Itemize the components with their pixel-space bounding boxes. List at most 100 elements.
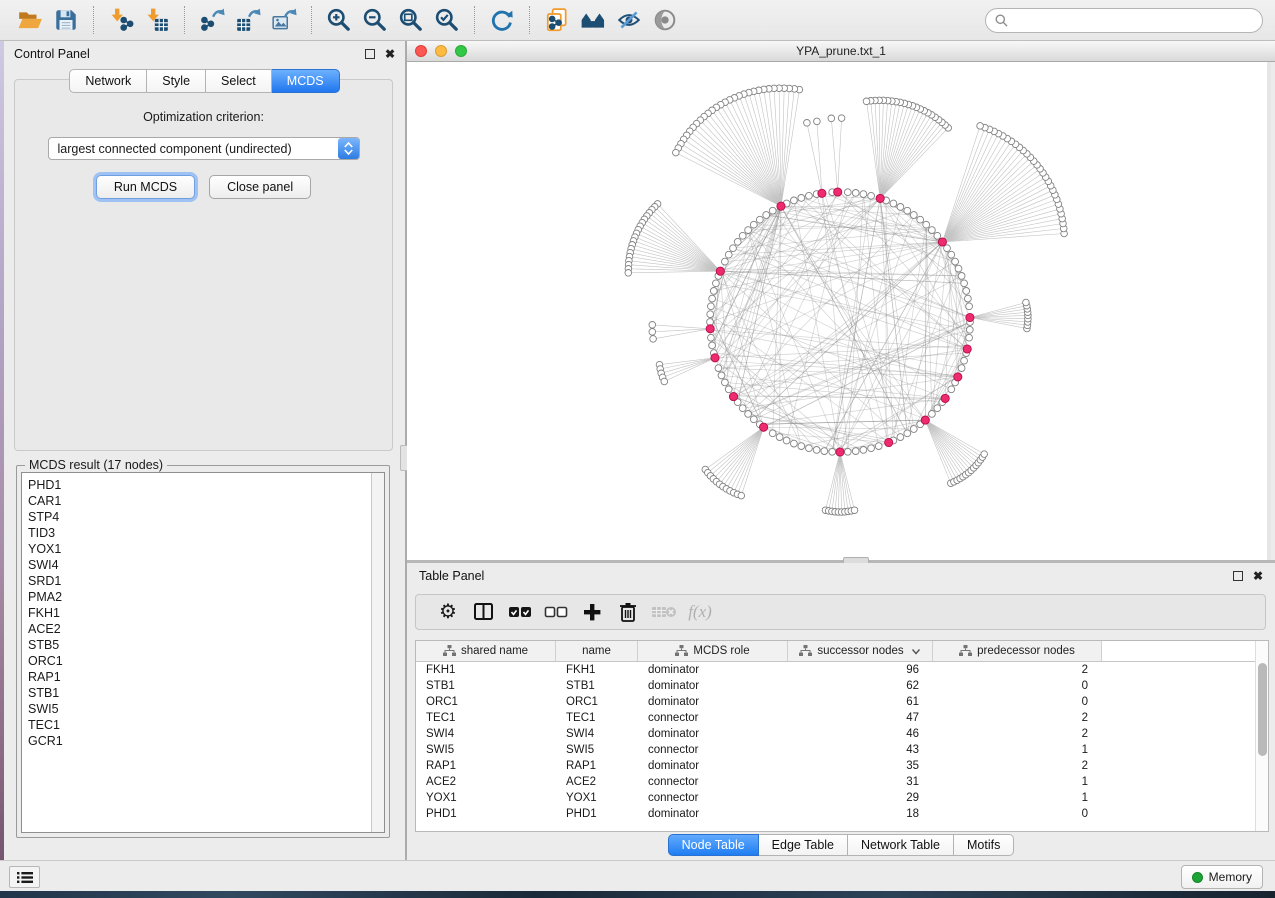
select-all-icon[interactable] <box>502 597 538 627</box>
tab-edge-table[interactable]: Edge Table <box>759 834 848 856</box>
cell-predecessor-nodes: 0 <box>933 808 1102 820</box>
show-column-icon[interactable] <box>466 597 502 627</box>
criterion-select[interactable]: largest connected component (undirected) <box>48 137 360 160</box>
add-column-icon[interactable] <box>574 597 610 627</box>
mcds-result-item[interactable]: ORC1 <box>22 653 384 669</box>
mcds-result-item[interactable]: TID3 <box>22 525 384 541</box>
window-close-icon[interactable] <box>415 45 427 57</box>
run-mcds-button[interactable]: Run MCDS <box>96 175 195 199</box>
table-row[interactable]: FKH1FKH1dominator962 <box>416 662 1268 678</box>
export-image-icon[interactable] <box>269 5 299 35</box>
cell-shared-name: ORC1 <box>416 696 556 708</box>
table-scrollbar[interactable] <box>1255 641 1268 831</box>
memory-button[interactable]: Memory <box>1181 865 1263 889</box>
float-panel-icon[interactable] <box>365 49 375 59</box>
column-header-name[interactable]: name <box>556 641 638 661</box>
mcds-result-item[interactable]: PHD1 <box>22 477 384 493</box>
mcds-result-item[interactable]: PMA2 <box>22 589 384 605</box>
export-network-icon[interactable] <box>197 5 227 35</box>
zoom-in-icon[interactable] <box>324 5 354 35</box>
cell-successor-nodes: 61 <box>788 696 933 708</box>
mcds-result-item[interactable]: RAP1 <box>22 669 384 685</box>
close-panel-button[interactable]: Close panel <box>209 175 311 199</box>
mcds-result-item[interactable]: FKH1 <box>22 605 384 621</box>
mcds-result-item[interactable]: YOX1 <box>22 541 384 557</box>
table-row[interactable]: YOX1YOX1connector291 <box>416 790 1268 806</box>
mcds-result-item[interactable]: STB1 <box>22 685 384 701</box>
delete-column-icon[interactable] <box>610 597 646 627</box>
open-folder-icon[interactable] <box>15 5 45 35</box>
tab-network-table[interactable]: Network Table <box>848 834 954 856</box>
search-input[interactable] <box>1014 13 1253 27</box>
mcds-result-list[interactable]: PHD1CAR1STP4TID3YOX1SWI4SRD1PMA2FKH1ACE2… <box>21 472 385 833</box>
refresh-icon[interactable] <box>487 5 517 35</box>
hide-eye-icon[interactable] <box>614 5 644 35</box>
cell-name: PHD1 <box>556 808 638 820</box>
hierarchy-icon <box>959 645 972 657</box>
node-table-header: shared namenameMCDS rolesuccessor nodesp… <box>416 641 1268 662</box>
close-panel-icon[interactable]: ✖ <box>385 49 395 59</box>
scrollbar-thumb[interactable] <box>1258 663 1267 756</box>
network-canvas[interactable] <box>407 62 1271 560</box>
task-history-button[interactable] <box>9 866 40 888</box>
table-row[interactable]: PHD1PHD1dominator180 <box>416 806 1268 822</box>
zoom-out-icon[interactable] <box>360 5 390 35</box>
tab-motifs[interactable]: Motifs <box>954 834 1014 856</box>
cell-successor-nodes: 62 <box>788 680 933 692</box>
mcds-result-item[interactable]: STP4 <box>22 509 384 525</box>
deselect-all-icon[interactable] <box>538 597 574 627</box>
float-panel-icon[interactable] <box>1233 571 1243 581</box>
mcds-result-item[interactable]: SWI4 <box>22 557 384 573</box>
tab-network[interactable]: Network <box>69 69 147 93</box>
cell-MCDS-role: dominator <box>638 728 788 740</box>
binoculars-icon[interactable] <box>578 5 608 35</box>
control-panel-title: Control Panel <box>14 47 90 61</box>
column-header-MCDS-role[interactable]: MCDS role <box>638 641 788 661</box>
cell-MCDS-role: connector <box>638 712 788 724</box>
node-table: shared namenameMCDS rolesuccessor nodesp… <box>415 640 1269 832</box>
tab-style[interactable]: Style <box>147 69 206 93</box>
table-row[interactable]: SWI5SWI5connector431 <box>416 742 1268 758</box>
mcds-list-scrollbar[interactable] <box>371 473 384 832</box>
table-row[interactable]: TEC1TEC1connector472 <box>416 710 1268 726</box>
column-header-successor-nodes[interactable]: successor nodes <box>788 641 933 661</box>
cell-MCDS-role: dominator <box>638 664 788 676</box>
tab-node-table[interactable]: Node Table <box>668 834 759 856</box>
network-window-titlebar[interactable]: YPA_prune.txt_1 <box>407 41 1275 62</box>
mcds-result-item[interactable]: GCR1 <box>22 733 384 749</box>
tab-mcds[interactable]: MCDS <box>272 69 340 93</box>
mcds-result-item[interactable]: SWI5 <box>22 701 384 717</box>
table-row[interactable]: STB1STB1dominator620 <box>416 678 1268 694</box>
mcds-result-item[interactable]: SRD1 <box>22 573 384 589</box>
column-header-shared-name[interactable]: shared name <box>416 641 556 661</box>
network-graph[interactable] <box>407 62 1271 560</box>
export-table-icon[interactable] <box>233 5 263 35</box>
cell-MCDS-role: dominator <box>638 680 788 692</box>
table-row[interactable]: RAP1RAP1dominator352 <box>416 758 1268 774</box>
window-zoom-icon[interactable] <box>455 45 467 57</box>
search-box[interactable] <box>985 8 1263 33</box>
save-session-icon[interactable] <box>51 5 81 35</box>
zoom-selected-icon[interactable] <box>432 5 462 35</box>
mcds-result-item[interactable]: ACE2 <box>22 621 384 637</box>
memory-label: Memory <box>1209 870 1252 884</box>
clone-network-icon[interactable] <box>542 5 572 35</box>
close-panel-icon[interactable]: ✖ <box>1253 571 1263 581</box>
mcds-result-item[interactable]: CAR1 <box>22 493 384 509</box>
cell-successor-nodes: 43 <box>788 744 933 756</box>
tab-select[interactable]: Select <box>206 69 272 93</box>
node-table-body: FKH1FKH1dominator962STB1STB1dominator620… <box>416 662 1268 822</box>
zoom-fit-icon[interactable] <box>396 5 426 35</box>
settings-gear-icon[interactable]: ⚙ <box>430 597 466 627</box>
table-row[interactable]: ACE2ACE2connector311 <box>416 774 1268 790</box>
mcds-result-item[interactable]: STB5 <box>22 637 384 653</box>
import-table-icon[interactable] <box>142 5 172 35</box>
eye-icon[interactable] <box>650 5 680 35</box>
window-minimize-icon[interactable] <box>435 45 447 57</box>
import-network-icon[interactable] <box>106 5 136 35</box>
mcds-result-item[interactable]: TEC1 <box>22 717 384 733</box>
table-row[interactable]: ORC1ORC1dominator610 <box>416 694 1268 710</box>
cell-shared-name: PHD1 <box>416 808 556 820</box>
column-header-predecessor-nodes[interactable]: predecessor nodes <box>933 641 1102 661</box>
table-row[interactable]: SWI4SWI4dominator462 <box>416 726 1268 742</box>
